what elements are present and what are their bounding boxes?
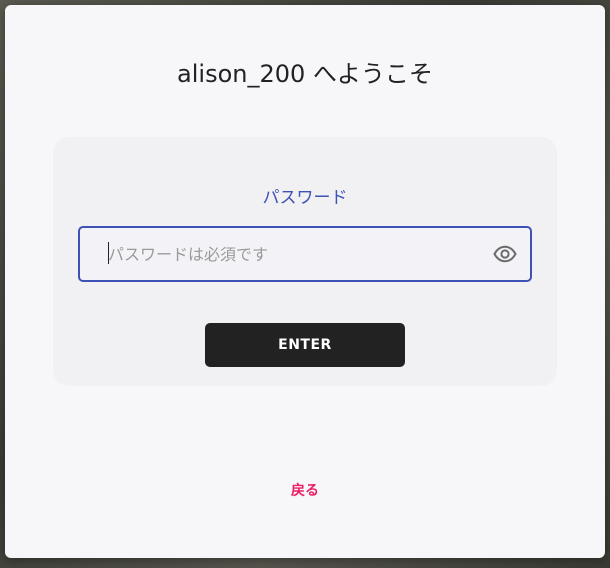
enter-button[interactable]: ENTER	[205, 323, 405, 367]
password-input[interactable]	[108, 228, 488, 280]
password-label: パスワード	[262, 188, 348, 208]
password-field-container[interactable]	[78, 226, 532, 282]
password-card: パスワード ENTER	[53, 137, 557, 386]
login-dialog: alison_200 へようこそ パスワード ENTER 戻る	[5, 5, 605, 558]
welcome-title: alison_200 へようこそ	[177, 60, 433, 88]
eye-icon[interactable]	[492, 241, 518, 267]
back-link[interactable]: 戻る	[5, 481, 605, 501]
